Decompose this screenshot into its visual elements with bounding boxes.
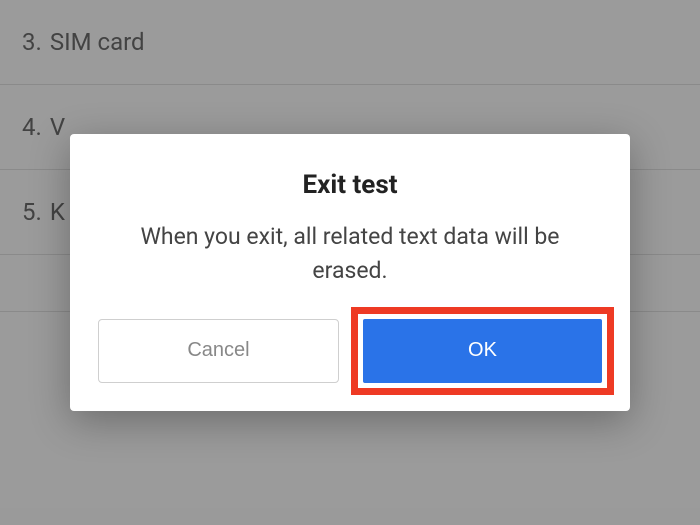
ok-button[interactable]: OK: [363, 319, 602, 383]
exit-test-dialog: Exit test When you exit, all related tex…: [70, 134, 630, 411]
dialog-title: Exit test: [98, 170, 602, 200]
cancel-button[interactable]: Cancel: [98, 319, 339, 383]
dialog-message: When you exit, all related text data wil…: [98, 220, 602, 287]
modal-overlay: Exit test When you exit, all related tex…: [0, 0, 700, 525]
dialog-button-row: Cancel OK: [98, 319, 602, 383]
ok-button-container: OK: [363, 319, 602, 383]
